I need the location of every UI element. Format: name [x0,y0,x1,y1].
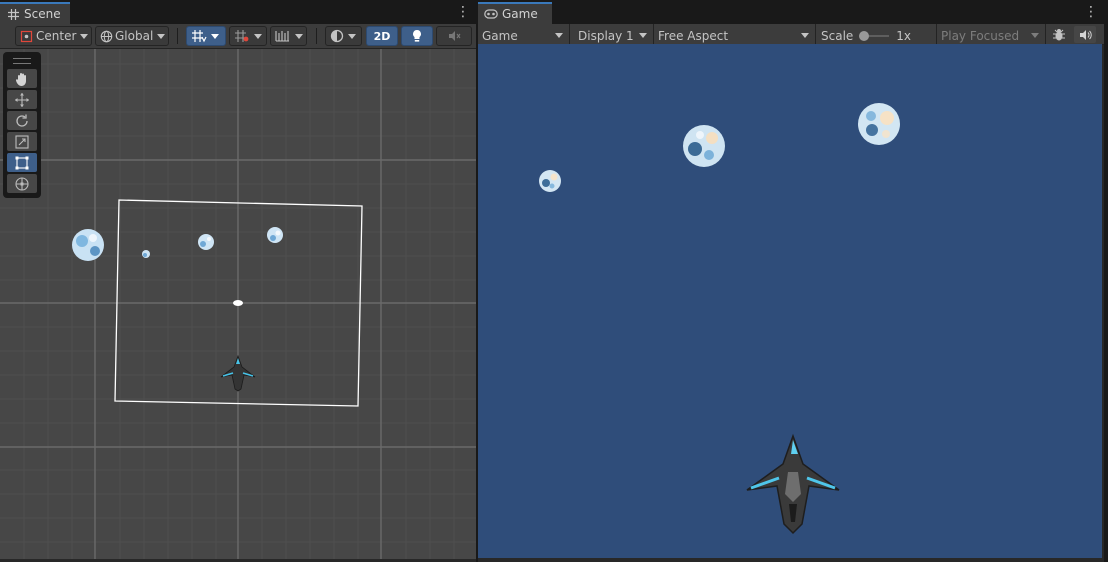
scene-audio-toggle[interactable] [436,26,472,46]
speaker-icon [1079,29,1092,41]
globe-icon [100,30,113,43]
game-tab-bar: Game ⋮ [478,0,1104,24]
tab-scene-label: Scene [24,7,61,21]
bug-icon [1052,28,1066,42]
mode-2d-toggle[interactable]: 2D [366,26,398,46]
rotate-icon [14,113,30,129]
move-arrows-icon [14,92,30,108]
mute-audio-button[interactable] [1074,26,1096,43]
asteroid-sprite [858,103,900,145]
scene-canvas [0,49,476,559]
mode-2d-label: 2D [373,29,391,43]
move-tool-button[interactable] [7,90,37,109]
pivot-mode-label: Center [36,29,77,43]
rect-transform-icon [14,155,30,171]
scale-slider-thumb[interactable] [859,30,870,41]
tab-scene[interactable]: Scene [0,2,70,24]
chevron-down-icon [80,33,89,39]
shading-sphere-icon [330,29,344,43]
game-panel: Game ⋮ Game Display 1 Free Aspect Scale … [478,0,1104,562]
frame-debugger-button[interactable] [1050,26,1068,43]
chevron-down-icon [211,33,219,39]
player-ship-sprite [746,433,840,535]
transform-tools-overlay [3,52,41,198]
scale-icon [14,134,30,150]
chevron-down-icon [295,33,303,39]
scene-toolbar: Center Global 2D [0,24,476,49]
game-canvas [539,103,900,535]
align-snap-dropdown[interactable] [270,26,307,46]
scale-slider[interactable] [859,30,890,41]
aspect-label: Free Aspect [658,28,729,43]
chevron-down-icon [801,33,809,38]
rect-tool-button[interactable] [7,153,37,172]
snap-increment-icon [234,29,250,43]
chevron-down-icon [555,33,563,38]
asteroid-sprite[interactable] [267,227,283,243]
grid-icon [6,7,20,21]
camera-gizmo-icon[interactable] [233,300,243,306]
scale-label: Scale [821,28,854,43]
lightbulb-icon [411,29,423,43]
draw-mode-dropdown[interactable] [325,26,362,46]
scene-panel: Scene ⋮ Center Global 2D [0,0,476,562]
scale-control: Scale 1x [821,27,911,44]
scene-viewport[interactable] [0,49,476,559]
pivot-space-dropdown[interactable]: Global [95,26,169,46]
asteroid-sprite[interactable] [198,234,214,250]
scene-lighting-toggle[interactable] [401,26,433,46]
rotate-tool-button[interactable] [7,111,37,130]
chevron-down-icon [254,33,262,39]
tab-game[interactable]: Game [478,2,552,24]
scene-tab-bar: Scene ⋮ [0,0,476,24]
gamepad-icon [484,7,498,21]
chevron-down-icon [1031,33,1039,38]
player-ship-sprite[interactable] [220,354,256,392]
grid-snap-icon [191,29,207,43]
game-viewport[interactable] [478,44,1102,558]
asteroid-sprite[interactable] [142,250,150,258]
asteroid-sprite[interactable] [72,229,104,261]
overlay-drag-handle[interactable] [13,58,31,64]
scale-value: 1x [896,28,912,43]
toolbar-divider [177,28,178,44]
tab-game-label: Game [502,7,538,21]
display-label: Display 1 [578,28,634,43]
chevron-down-icon [348,33,356,39]
hand-tool-button[interactable] [7,69,37,88]
audio-mute-icon [447,29,461,43]
asteroid-sprite [539,170,561,192]
game-view-label: Game [482,28,518,43]
scene-menu-kebab-icon[interactable]: ⋮ [456,4,470,20]
scale-tool-button[interactable] [7,132,37,151]
game-toolbar: Game Display 1 Free Aspect Scale 1x Play… [478,24,1104,47]
chevron-down-icon [157,33,166,39]
chevron-down-icon [639,33,647,38]
incremental-snap-dropdown[interactable] [229,26,267,46]
pivot-mode-dropdown[interactable]: Center [15,26,92,46]
pivot-center-icon [20,30,33,43]
play-mode-label: Play Focused [941,28,1020,43]
ruler-icon [275,29,291,43]
asteroid-sprite [683,125,725,167]
transform-tool-button[interactable] [7,174,37,193]
grid-snapping-toggle[interactable] [186,26,226,46]
toolbar-divider [316,28,317,44]
transform-combo-icon [14,176,30,192]
hand-icon [14,71,30,87]
game-menu-kebab-icon[interactable]: ⋮ [1084,4,1098,20]
pivot-space-label: Global [115,29,154,43]
